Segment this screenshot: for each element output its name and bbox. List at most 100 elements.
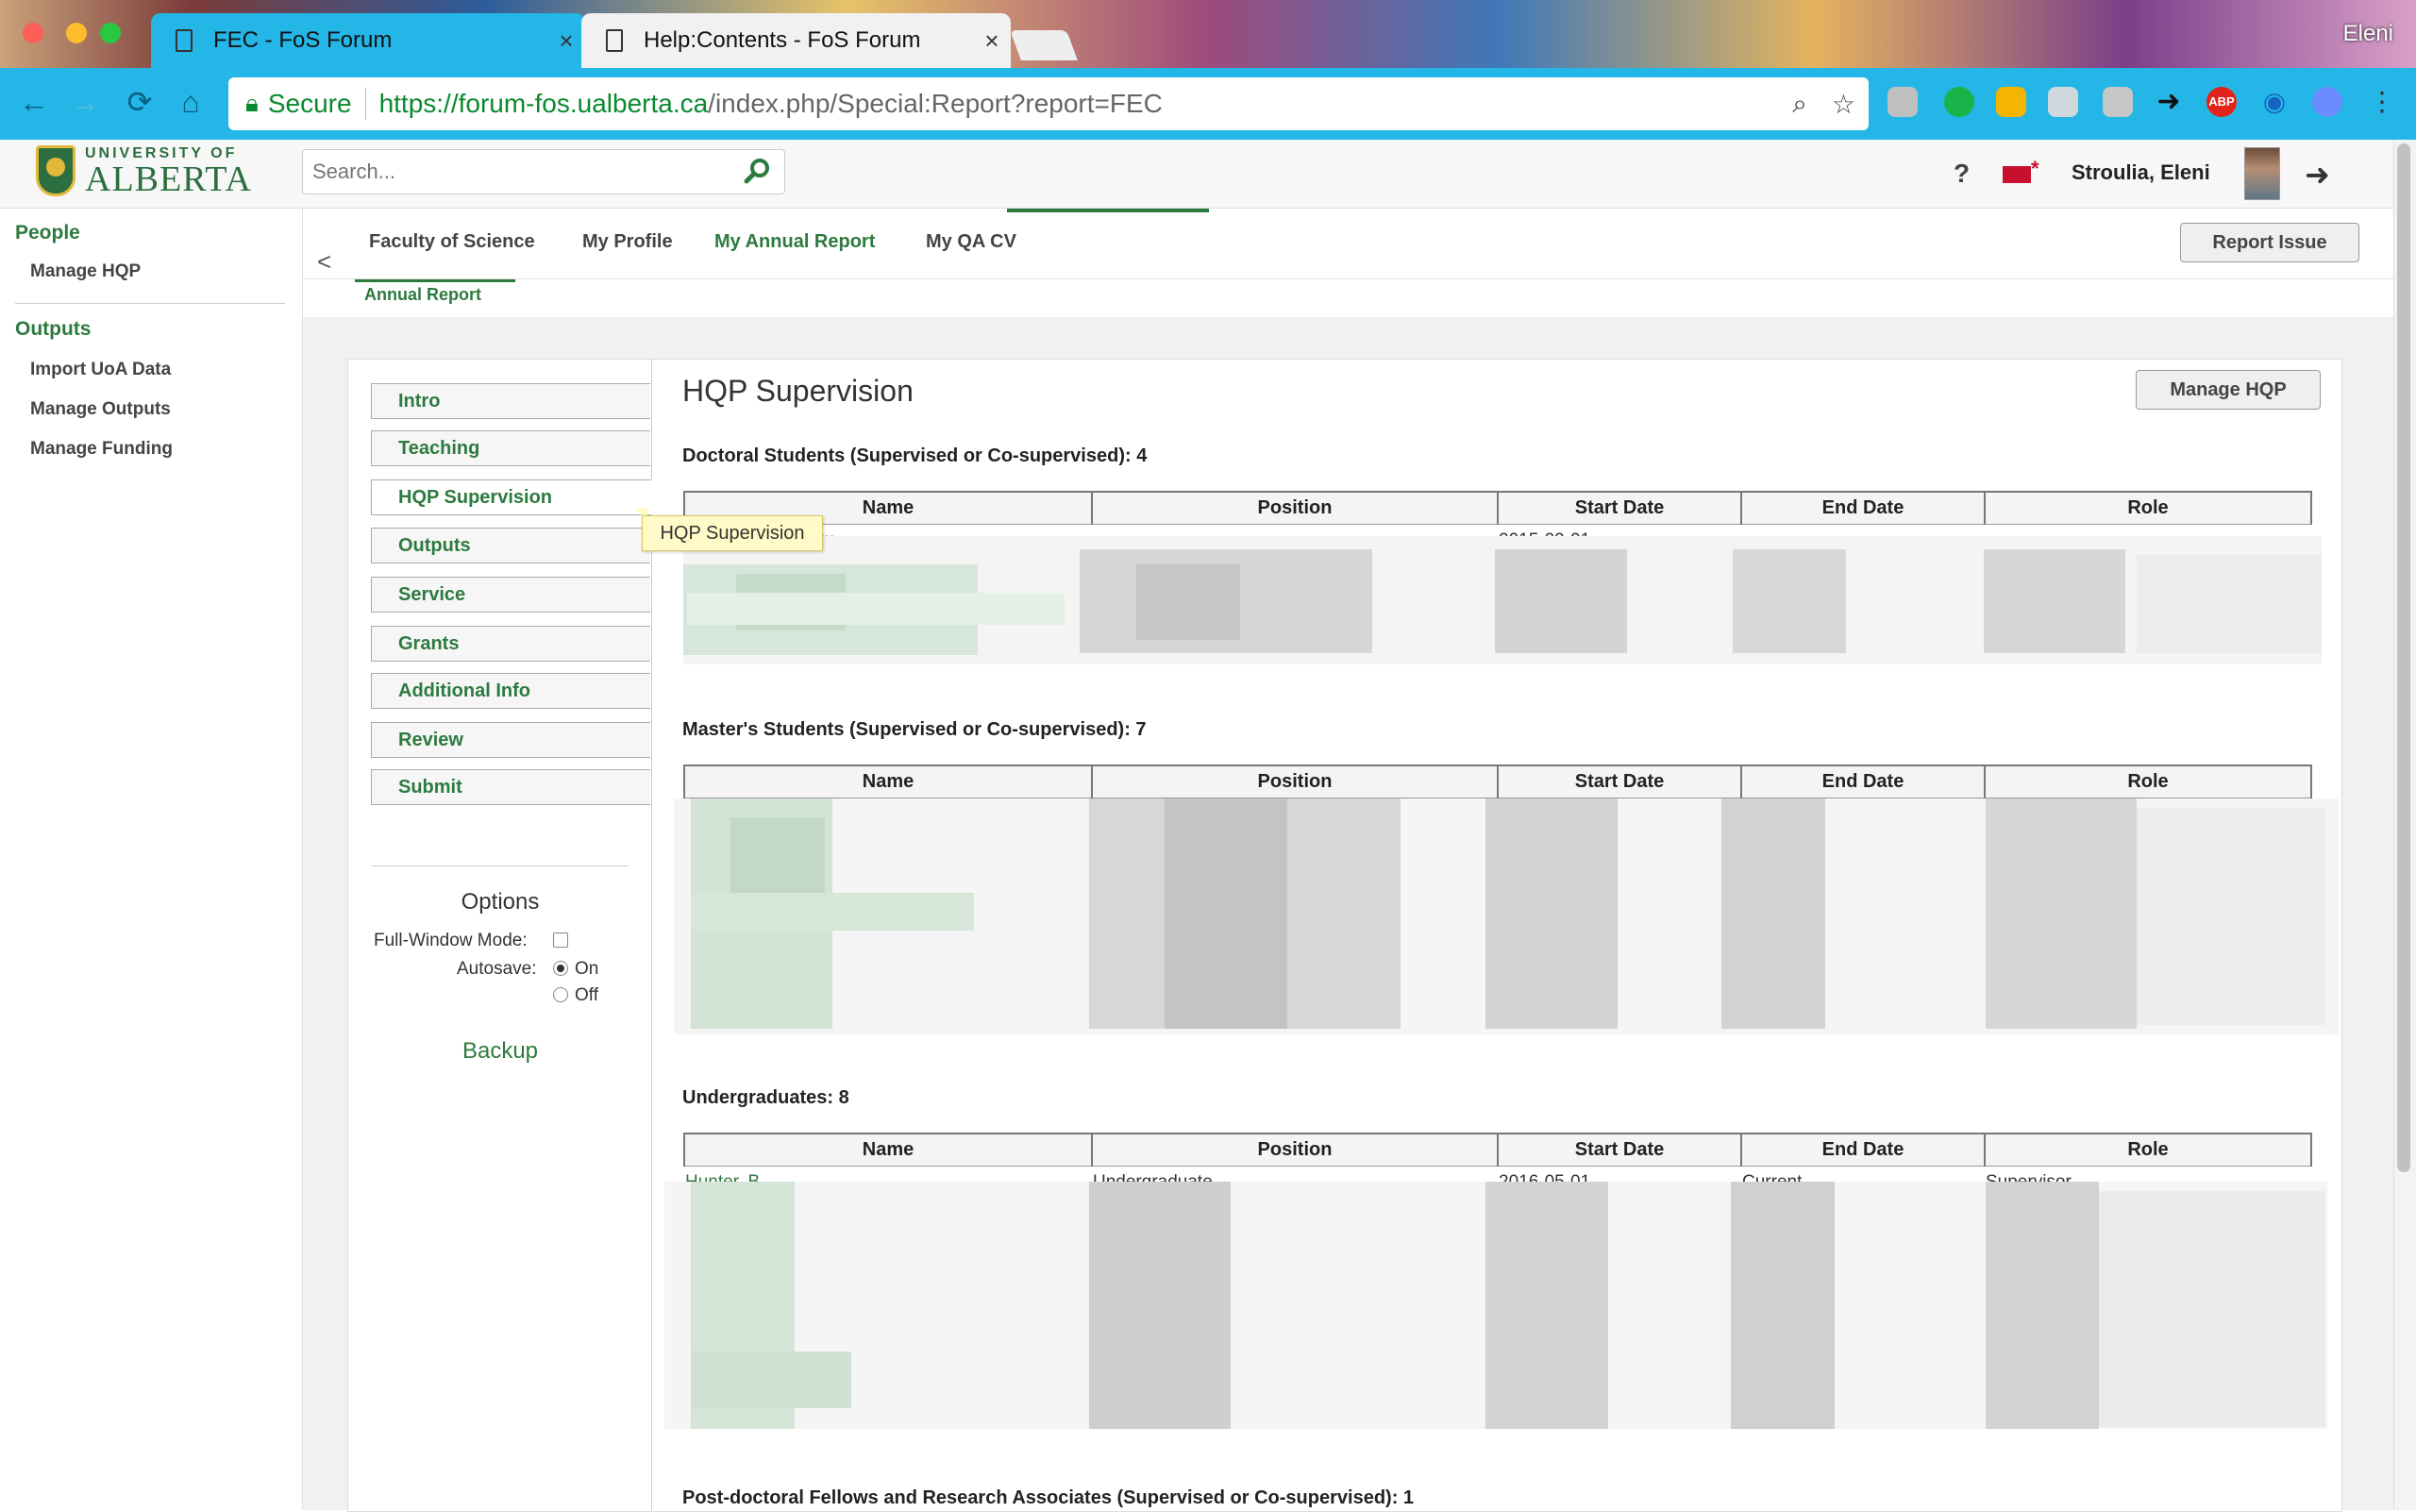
extension-drive-icon[interactable] <box>2103 87 2133 117</box>
tooltip-text: HQP Supervision <box>660 522 805 544</box>
subtab-annual-report[interactable]: Annual Report <box>364 285 481 305</box>
section-tab-review[interactable]: Review <box>371 722 650 758</box>
user-name[interactable]: Stroulia, Eleni <box>2072 160 2210 185</box>
full-window-checkbox[interactable] <box>553 932 568 948</box>
browser-tab-help[interactable]: Help:Contents - FoS Forum × <box>581 13 1011 68</box>
sidebar-item-manage-funding[interactable]: Manage Funding <box>30 439 173 460</box>
tab-my-qa-cv[interactable]: My QA CV <box>926 231 1016 253</box>
extension-grey-icon[interactable] <box>1888 87 1918 117</box>
group-title-doctoral: Doctoral Students (Supervised or Co-supe… <box>682 445 1148 466</box>
close-tab-icon[interactable]: × <box>973 26 1011 56</box>
left-sidebar: People Manage HQP Outputs Import UoA Dat… <box>0 209 303 1510</box>
extension-rss-icon[interactable] <box>1996 87 2026 117</box>
column-header-position[interactable]: Position <box>1091 764 1499 798</box>
sidebar-item-manage-outputs[interactable]: Manage Outputs <box>30 399 171 420</box>
unread-indicator-icon: * <box>2031 157 2039 180</box>
reload-icon[interactable]: ⟳ <box>119 81 160 123</box>
crest-icon <box>36 145 76 196</box>
url-host: https://forum-fos.ualberta.ca <box>378 89 709 118</box>
sidebar-heading-outputs[interactable]: Outputs <box>15 318 91 341</box>
extension-globe-icon[interactable] <box>2312 87 2342 117</box>
autosave-on-radio[interactable] <box>553 961 568 976</box>
tab-title: Help:Contents - FoS Forum <box>644 27 921 53</box>
forward-arrow-icon[interactable]: → <box>64 81 106 123</box>
column-header-position[interactable]: Position <box>1091 1133 1499 1167</box>
adblock-icon[interactable]: ABP <box>2206 87 2237 117</box>
logout-arrow-icon[interactable]: ➜ <box>2305 157 2330 193</box>
section-tab-additional-info[interactable]: Additional Info <box>371 673 650 709</box>
avatar[interactable] <box>2244 147 2280 200</box>
extension-chat-icon[interactable] <box>1944 87 1974 117</box>
tab-my-annual-report[interactable]: My Annual Report <box>714 231 875 253</box>
column-header-start-date[interactable]: Start Date <box>1497 491 1742 525</box>
manage-hqp-button[interactable]: Manage HQP <box>2136 370 2321 410</box>
column-header-role[interactable]: Role <box>1984 491 2312 525</box>
close-tab-icon[interactable]: × <box>547 26 585 56</box>
browser-menu-icon[interactable]: ⋮ <box>2367 87 2397 117</box>
back-arrow-icon[interactable]: ← <box>13 81 55 123</box>
section-tab-service[interactable]: Service <box>371 577 650 613</box>
active-subtab-indicator <box>355 279 515 282</box>
section-tab-submit[interactable]: Submit <box>371 769 650 805</box>
top-navigation: Faculty of Science My Profile My Annual … <box>303 209 2393 279</box>
column-header-position[interactable]: Position <box>1091 491 1499 525</box>
section-tab-hqp-supervision[interactable]: HQP Supervision <box>371 479 652 515</box>
section-tab-teaching[interactable]: Teaching <box>371 430 650 466</box>
address-divider <box>364 88 366 120</box>
sidebar-divider <box>15 303 285 304</box>
section-tab-grants[interactable]: Grants <box>371 626 650 662</box>
browser-tab-fec[interactable]: FEC - FoS Forum × <box>151 13 585 68</box>
extension-cast-icon[interactable] <box>2048 87 2078 117</box>
column-header-end-date[interactable]: End Date <box>1740 1133 1986 1167</box>
column-header-name[interactable]: Name <box>683 1133 1093 1167</box>
backup-link[interactable]: Backup <box>372 1038 629 1065</box>
close-window-icon[interactable] <box>23 23 43 43</box>
redacted-rows <box>664 1182 2327 1429</box>
tab-title: FEC - FoS Forum <box>213 27 393 53</box>
mail-icon[interactable] <box>2003 166 2031 183</box>
url-path: /index.php/Special:Report?report=FEC <box>708 89 1163 118</box>
group-title-undergraduates: Undergraduates: 8 <box>682 1087 849 1108</box>
column-header-start-date[interactable]: Start Date <box>1497 764 1742 798</box>
help-icon[interactable]: ? <box>1954 159 1970 189</box>
new-tab-button[interactable] <box>1010 30 1078 60</box>
autosave-off-radio[interactable] <box>553 987 568 1002</box>
sidebar-item-import-uoa-data[interactable]: Import UoA Data <box>30 360 171 380</box>
sidebar-item-manage-hqp[interactable]: Manage HQP <box>30 261 141 282</box>
university-logo[interactable]: UNIVERSITY OF ALBERTA <box>36 145 252 197</box>
column-header-end-date[interactable]: End Date <box>1740 491 1986 525</box>
column-header-start-date[interactable]: Start Date <box>1497 1133 1742 1167</box>
sub-navigation <box>303 279 2393 318</box>
page-scrollbar-thumb[interactable] <box>2397 143 2410 1172</box>
extension-share-arrow-icon[interactable]: ➜ <box>2154 87 2184 117</box>
section-tab-intro[interactable]: Intro <box>371 383 650 419</box>
column-header-name[interactable]: Name <box>683 764 1093 798</box>
home-icon[interactable]: ⌂ <box>170 81 211 123</box>
report-issue-button[interactable]: Report Issue <box>2180 223 2359 262</box>
undergraduates-table: Name Position Start Date End Date Role <box>683 1133 2312 1167</box>
browser-tab-strip: FEC - FoS Forum × Help:Contents - FoS Fo… <box>0 0 2416 68</box>
zoom-window-icon[interactable] <box>100 23 121 43</box>
address-bar[interactable]: 🔒︎ Secure https://forum-fos.ualberta.ca /… <box>228 77 1869 130</box>
zoom-icon[interactable]: ⌕ <box>1792 89 1807 120</box>
app-header: UNIVERSITY OF ALBERTA ? * Stroulia, Elen… <box>0 140 2393 209</box>
column-header-role[interactable]: Role <box>1984 764 2312 798</box>
tab-my-profile[interactable]: My Profile <box>582 231 673 253</box>
column-header-role[interactable]: Role <box>1984 1133 2312 1167</box>
search-box <box>302 149 785 194</box>
section-tab-outputs[interactable]: Outputs <box>371 528 650 563</box>
tab-faculty-of-science[interactable]: Faculty of Science <box>369 231 535 253</box>
autosave-on-label: On <box>575 959 599 979</box>
column-header-end-date[interactable]: End Date <box>1740 764 1986 798</box>
tooltip: HQP Supervision <box>642 515 823 551</box>
autosave-label: Autosave: <box>457 959 537 979</box>
browser-profile[interactable]: Eleni <box>2343 21 2393 47</box>
collapse-sidebar-button[interactable]: < <box>317 247 331 277</box>
extension-eye-icon[interactable]: ◉ <box>2259 87 2290 117</box>
minimize-window-icon[interactable] <box>66 23 87 43</box>
table-header-row: Name Position Start Date End Date Role <box>683 491 2312 525</box>
search-icon[interactable] <box>743 158 771 186</box>
search-input[interactable] <box>303 159 743 185</box>
sidebar-heading-people[interactable]: People <box>15 222 80 244</box>
bookmark-star-icon[interactable]: ☆ <box>1832 89 1855 120</box>
